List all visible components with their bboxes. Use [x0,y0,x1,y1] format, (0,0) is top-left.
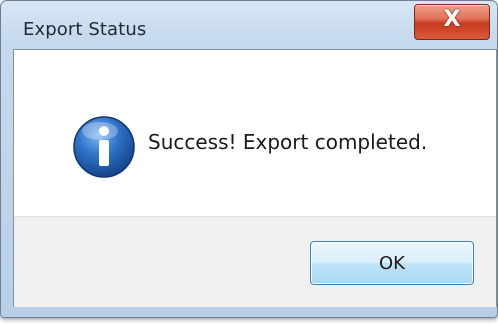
information-icon [71,114,137,180]
window-title: Export Status [23,19,147,40]
message-area: Success! Export completed. [14,50,496,216]
ok-button[interactable]: OK [310,241,474,285]
title-bar[interactable]: Export Status X [1,1,497,49]
dialog-window: Export Status X Success! Export complete… [0,0,498,318]
close-button[interactable]: X [414,4,490,40]
close-icon: X [443,7,461,32]
message-text: Success! Export completed. [148,130,428,154]
dialog-content: Success! Export completed. OK [13,49,497,307]
button-bar: OK [14,216,496,307]
